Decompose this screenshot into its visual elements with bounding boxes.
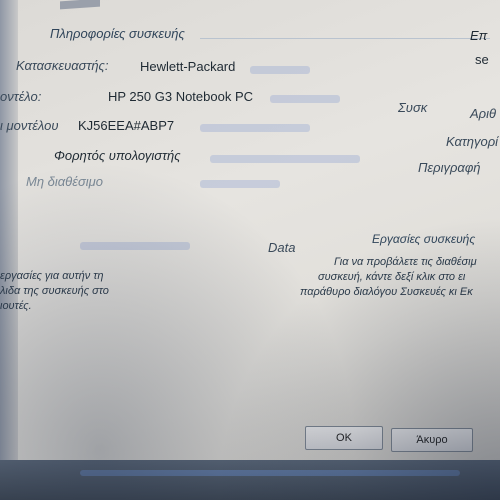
category-value: Φορητός υπολογιστής <box>54 148 181 163</box>
heading-divider <box>200 38 490 39</box>
blurred-link <box>210 155 360 163</box>
description-label: Περιγραφή <box>418 160 481 175</box>
taskbar <box>0 460 500 500</box>
blurred-link <box>270 95 340 103</box>
blurred-link <box>250 66 310 74</box>
tasks-text-line-1: εργασίες για αυτήν τη <box>0 270 104 282</box>
tasks-heading: Εργασίες συσκευής <box>372 232 476 246</box>
right-second-fragment: se <box>475 52 489 67</box>
cancel-button[interactable]: Άκυρο <box>391 428 473 452</box>
screen: Πληροφορίες συσκευής Κατασκευαστής: Hewl… <box>0 0 500 500</box>
tasks-body-line-3: παράθυρο διαλόγου Συσκευές κι Εκ <box>300 286 473 298</box>
number-label: Αριθ <box>470 106 497 121</box>
model-value: HP 250 G3 Notebook PC <box>108 89 254 104</box>
device-info-heading: Πληροφορίες συσκευής <box>50 26 185 41</box>
tasks-text-line-2: λιδα της συσκευής στο <box>0 285 109 297</box>
tasks-body-line-1: Για να προβάλετε τις διαθέσιμ <box>334 256 477 268</box>
description-value: Μη διαθέσιμο <box>26 174 104 189</box>
blurred-link <box>200 124 310 132</box>
device-label: Συσκ <box>398 100 428 115</box>
taskbar-highlight <box>80 470 460 476</box>
ok-button[interactable]: OK <box>305 426 383 450</box>
model-number-label: ι μοντέλου <box>0 118 59 133</box>
model-label: οντέλο: <box>0 89 42 104</box>
category-label: Κατηγορί <box>446 134 499 149</box>
tasks-body-line-2: συσκευή, κάντε δεξί κλικ στο ει <box>318 271 466 283</box>
manufacturer-label: Κατασκευαστής: <box>16 58 109 73</box>
overlap-fragment: Data <box>268 240 296 255</box>
right-top-fragment: Επ <box>470 28 488 43</box>
blurred-link <box>80 242 190 250</box>
title-bar-fragment <box>60 0 100 10</box>
window-left-edge <box>0 0 18 500</box>
tasks-text-line-3: ιουτές. <box>0 300 32 312</box>
manufacturer-value: Hewlett-Packard <box>140 59 236 74</box>
blurred-link <box>200 180 280 188</box>
model-number-value: KJ56EEA#ABP7 <box>78 118 175 133</box>
